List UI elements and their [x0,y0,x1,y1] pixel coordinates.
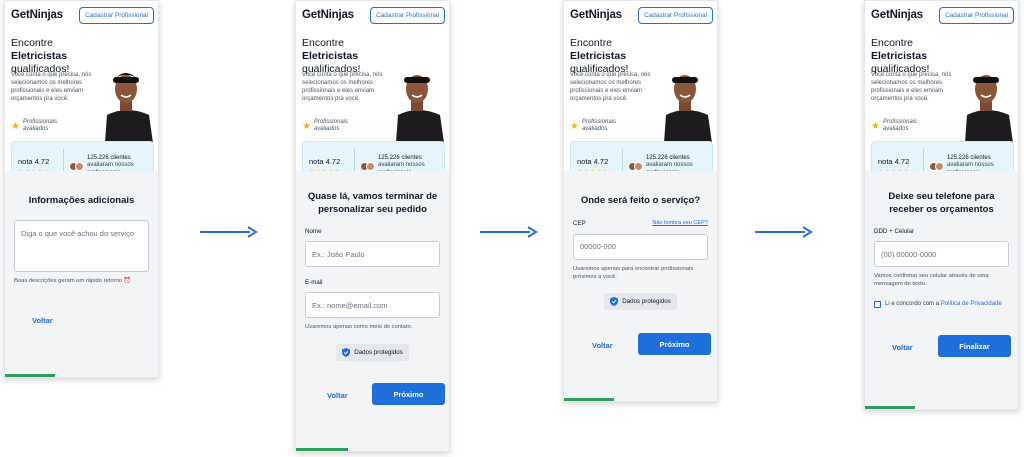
professional-photo [664,75,712,143]
progress-bar [564,398,614,401]
client-avatars [69,161,84,171]
rated-pros: ★ Profissionais avaliados [302,119,348,132]
cep-hint: Usaremos apenas para encontrar profissio… [573,265,694,280]
progress-bar [296,448,348,451]
avatar [634,161,643,171]
hero: Encontre Eletricistas qualificados! Você … [564,29,717,191]
privacy-policy-link[interactable]: Política de Privacidade [941,301,1002,307]
cep-label: CEP [573,219,586,227]
client-avatars [628,161,643,171]
form-area: Deixe seu telefone para receber os orçam… [865,171,1018,409]
star-icon: ★ [570,120,579,132]
comment-textarea[interactable]: Diga o que você achou do serviço [14,219,149,272]
privacy-checkbox[interactable] [874,301,881,308]
form-title: Informações adicionais [28,195,135,206]
hero-subtext: Você conta o que precisa, nós selecionam… [302,72,383,102]
hero-subtext: Você conta o que precisa, nós selecionam… [871,72,952,102]
phone-input[interactable]: (00) 00000-0000 [874,241,1009,267]
back-button[interactable]: Voltar [32,316,53,325]
rated-pros: ★ Profissionais avaliados [11,119,57,132]
professional-photo [99,65,155,143]
arrow-icon [755,226,813,238]
header: GetNinjas Cadastrar Profissional [564,1,717,29]
email-label: E-mail [305,279,323,286]
professional-photo [965,75,1013,143]
form-area: Informações adicionais Diga o que você a… [5,171,158,377]
privacy-consent: Li e concordo com a Política de Privacid… [874,300,1009,308]
progress-bar [5,374,55,377]
client-avatars [929,161,944,171]
clients-count: 125.226 clientes [947,154,991,161]
clients-count: 125.226 clientes [646,154,690,161]
arrow-icon [200,226,258,238]
phone-hint: Vamos confirmar seu celular através de u… [874,273,989,287]
avatar [935,161,944,171]
register-pro-button[interactable]: Cadastrar Profissional [370,6,445,24]
logo[interactable]: GetNinjas [11,9,63,21]
avatar [366,161,375,171]
rating-score: nota 4.72 [309,156,341,166]
email-hint: Usaremos apenas como meio de contato. [305,324,413,330]
hero: Encontre Eletricistas qualificados! Você … [865,29,1018,191]
name-input[interactable]: Ex.: João Paulo [305,241,440,267]
rated-pros: ★ Profissionais avaliados [570,119,616,132]
forgot-cep-link[interactable]: Não lembra seu CEP? [652,220,708,226]
back-button[interactable]: Voltar [327,391,348,400]
hero-subtext: Você conta o que precisa, nós selecionam… [570,72,651,102]
logo[interactable]: GetNinjas [570,9,622,21]
screen-step-contact: GetNinjas Cadastrar Profissional Encontr… [295,0,450,452]
logo[interactable]: GetNinjas [302,9,354,21]
professional-photo [396,75,444,143]
star-icon: ★ [302,120,311,132]
register-pro-button[interactable]: Cadastrar Profissional [939,6,1014,24]
email-input[interactable]: Ex.: nome@email.com [305,292,440,318]
form-title: Onde será feito o serviço? [580,195,701,206]
shield-icon [610,296,619,306]
star-icon: ★ [871,120,880,132]
screen-step-phone: GetNinjas Cadastrar Profissional Encontr… [864,0,1019,410]
back-button[interactable]: Voltar [592,341,613,350]
register-pro-button[interactable]: Cadastrar Profissional [638,6,713,24]
form-area: Onde será feito o serviço? CEP Não lembr… [564,171,717,401]
form-title: Quase lá, vamos terminar de personalizar… [307,191,438,215]
hero-subtext: Você conta o que precisa, nós selecionam… [11,72,92,102]
header: GetNinjas Cadastrar Profissional [5,1,158,29]
cep-input[interactable]: 00000-000 [573,233,708,260]
screen-step-additional-info: GetNinjas Cadastrar Profissional Encontr… [4,0,159,378]
hero: Encontre Eletricistas qualificados! Você … [296,29,449,191]
arrow-icon [480,226,538,238]
phone-label: DDD + Celular [874,228,915,235]
next-button[interactable]: Próximo [372,383,445,405]
rated-pros: ★ Profissionais avaliados [871,119,917,132]
flow-stage: GetNinjas Cadastrar Profissional Encontr… [0,0,1024,457]
form-area: Quase lá, vamos terminar de personalizar… [296,171,449,451]
header: GetNinjas Cadastrar Profissional [865,1,1018,29]
rating-score: nota 4.72 [878,156,910,166]
rating-score: nota 4.72 [18,156,50,166]
name-label: Nome [305,228,322,235]
logo[interactable]: GetNinjas [871,9,923,21]
back-button[interactable]: Voltar [892,343,913,352]
next-button[interactable]: Próximo [638,333,711,355]
clients-count: 125.226 clientes [378,154,422,161]
rating-score: nota 4.72 [577,156,609,166]
progress-bar [865,406,915,409]
register-pro-button[interactable]: Cadastrar Profissional [79,6,154,24]
comment-hint: Boas descrições geram um rápido retorno … [14,277,131,284]
cep-label-row: CEP Não lembra seu CEP? [564,220,717,234]
star-icon: ★ [11,120,20,132]
data-protected-badge: Dados protegidos [336,344,409,361]
data-protected-badge: Dados protegidos [604,292,677,310]
hero: Encontre Eletricistas qualificados! Você … [5,29,158,191]
clients-count: 125.226 clientes [87,154,131,161]
client-avatars [360,161,375,171]
form-title: Deixe seu telefone para receber os orçam… [888,191,995,215]
header: GetNinjas Cadastrar Profissional [296,1,449,29]
screen-step-address: GetNinjas Cadastrar Profissional Encontr… [563,0,718,402]
avatar [75,161,84,171]
finish-button[interactable]: Finalizar [938,335,1011,357]
shield-icon [342,348,351,357]
